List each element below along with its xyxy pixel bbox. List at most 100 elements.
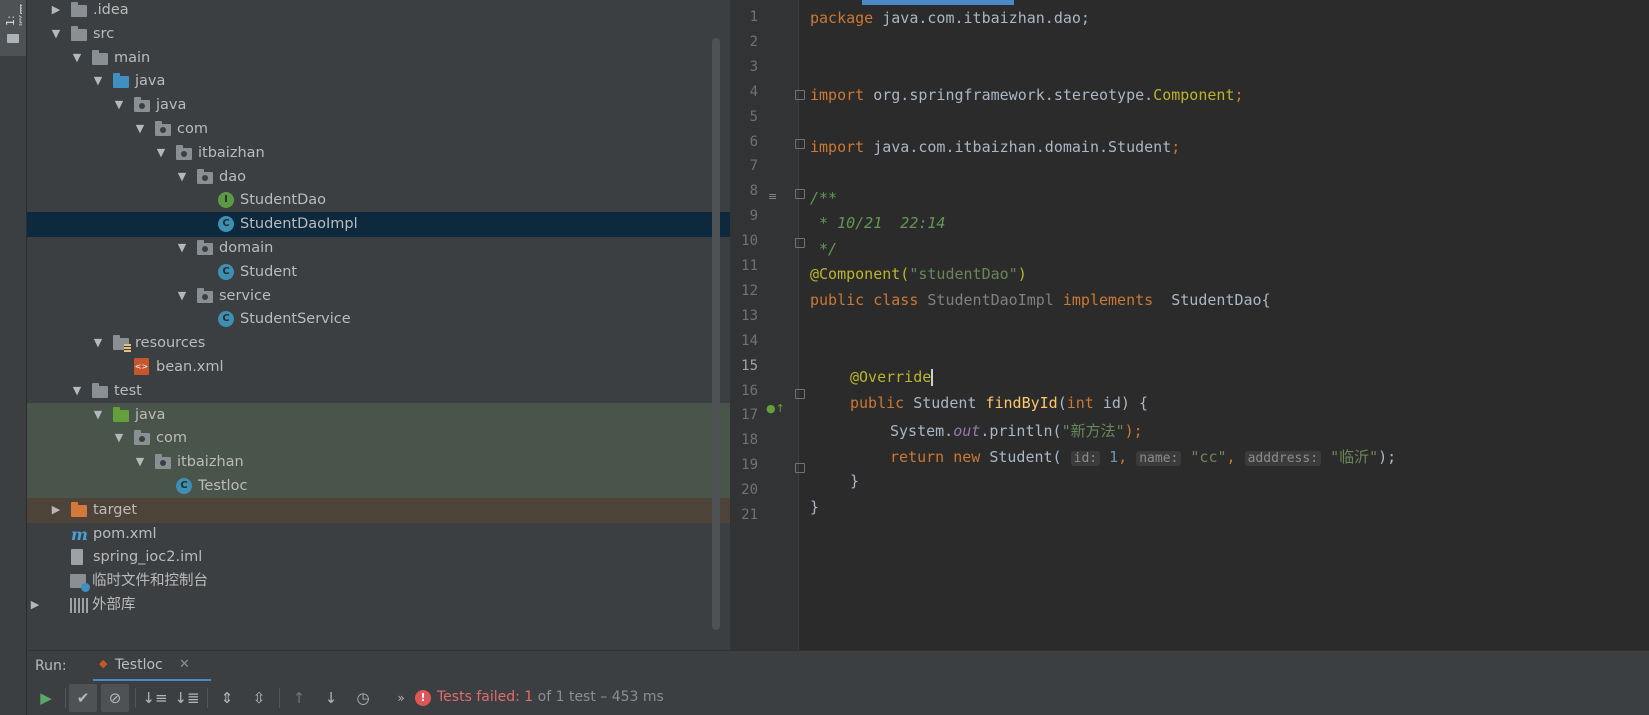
rerun-icon[interactable]: ▶ — [32, 684, 60, 712]
tree-node[interactable]: ▶ 外部库 — [27, 593, 730, 618]
run-tab-testloc[interactable]: ◆ Testloc ✕ — [93, 651, 211, 682]
fold-icon[interactable] — [795, 189, 805, 199]
static-field: out — [953, 422, 981, 440]
implementing-method-icon[interactable]: ●↑ — [766, 402, 785, 415]
keyword: import — [810, 86, 865, 104]
code-text: Student — [913, 394, 986, 412]
doc-comment-icon[interactable]: ≡ — [768, 190, 777, 203]
collapse-all-icon[interactable]: ⇳ — [245, 684, 273, 712]
close-icon[interactable]: ✕ — [179, 657, 190, 672]
string-literal: "cc" — [1181, 448, 1227, 466]
parameter-hint: name: — [1136, 451, 1182, 466]
code-text: org.springframework.stereotype. — [864, 86, 1154, 104]
show-passed-icon[interactable]: ✔ — [69, 684, 97, 712]
tree-node[interactable]: ▼ domain — [27, 236, 730, 261]
keyword: implements — [1062, 291, 1154, 309]
folder-icon — [7, 34, 19, 43]
tree-node[interactable]: <> bean.xml — [27, 355, 730, 380]
chevron-down-icon[interactable]: ▼ — [49, 26, 63, 42]
maven-icon: m — [71, 525, 88, 544]
tree-node-label: StudentService — [240, 311, 351, 327]
tree-node[interactable]: ▼ main — [27, 46, 730, 71]
tree-node[interactable]: ▼ java — [27, 93, 730, 118]
previous-failed-icon[interactable]: ↑ — [285, 684, 313, 712]
next-failed-icon[interactable]: ↓ — [317, 684, 345, 712]
fold-icon[interactable] — [795, 139, 805, 149]
project-tool-tab[interactable]: 1: 项目 — [0, 0, 26, 56]
fold-icon[interactable] — [795, 90, 805, 100]
tree-node[interactable]: ▶ target — [27, 498, 730, 523]
code-line-15: @Override — [850, 368, 934, 386]
line-number: 4 — [749, 83, 758, 100]
project-scrollbar[interactable] — [712, 38, 720, 630]
chevron-down-icon[interactable]: ▼ — [70, 50, 84, 66]
line-number: 14 — [741, 332, 758, 349]
test-history-icon[interactable]: ◷ — [349, 684, 377, 712]
chevron-down-icon[interactable]: ▼ — [154, 145, 168, 161]
chevron-down-icon[interactable]: ▼ — [70, 383, 84, 399]
code-text: , — [1118, 448, 1137, 466]
tree-node[interactable]: ▼ resources — [27, 331, 730, 356]
chevron-down-icon[interactable]: ▼ — [91, 73, 105, 89]
line-number: 2 — [749, 33, 758, 50]
tree-node[interactable]: C StudentService — [27, 307, 730, 332]
code-line-11: @Component("studentDao") — [810, 265, 1027, 283]
tree-node[interactable]: ▼ com — [27, 117, 730, 142]
code-line-12: public class StudentDaoImpl implements S… — [810, 291, 1271, 309]
parameter-hint: adddress: — [1244, 451, 1322, 466]
tree-node[interactable]: C Student — [27, 260, 730, 285]
sort-by-duration-icon[interactable]: ↓≣ — [173, 684, 201, 712]
chevron-down-icon[interactable]: ▼ — [175, 240, 189, 256]
chevron-right-icon[interactable]: ▶ — [49, 2, 63, 18]
fold-icon[interactable] — [795, 463, 805, 473]
chevron-down-icon[interactable]: ▼ — [91, 335, 105, 351]
tree-node[interactable]: ▼ test — [27, 379, 730, 404]
class-icon: C — [218, 264, 234, 280]
tree-node[interactable]: ▼ src — [27, 22, 730, 47]
keyword: int — [1066, 394, 1094, 412]
tree-node-label: itbaizhan — [198, 145, 265, 161]
tree-node[interactable]: 临时文件和控制台 — [27, 569, 730, 594]
chevron-down-icon[interactable]: ▼ — [112, 430, 126, 446]
interface-icon: I — [218, 192, 234, 208]
tree-node[interactable]: ▼ dao — [27, 165, 730, 190]
tree-node[interactable]: I StudentDao — [27, 188, 730, 213]
tree-node[interactable]: ▼ itbaizhan — [27, 141, 730, 166]
chevron-down-icon[interactable]: ▼ — [91, 407, 105, 423]
chevron-right-icon[interactable]: ▶ — [49, 502, 63, 518]
folder-icon — [71, 26, 87, 41]
expand-all-icon[interactable]: ⇕ — [213, 684, 241, 712]
tree-node[interactable]: C Testloc — [27, 474, 730, 499]
chevron-down-icon[interactable]: ▼ — [133, 121, 147, 137]
code-text: , — [1226, 448, 1245, 466]
chevron-down-icon[interactable]: ▼ — [175, 288, 189, 304]
package-icon — [176, 145, 192, 160]
line-number: 18 — [741, 432, 758, 449]
fold-icon[interactable] — [795, 238, 805, 248]
chevron-down-icon[interactable]: ▼ — [175, 169, 189, 185]
code-text: ); — [1124, 422, 1143, 440]
tree-node[interactable]: ▼ itbaizhan — [27, 450, 730, 475]
run-label: Run: — [35, 658, 67, 674]
tree-node[interactable]: ▼ java — [27, 69, 730, 94]
tree-node[interactable]: spring_ioc2.iml — [27, 545, 730, 570]
tree-node[interactable]: ▼ java — [27, 403, 730, 428]
tree-node-label: main — [114, 50, 151, 66]
line-number: 15 — [741, 357, 758, 374]
show-ignored-icon[interactable]: ⊘ — [101, 684, 129, 712]
tree-node[interactable]: ▼ com — [27, 426, 730, 451]
chevron-right-icon[interactable]: ▶ — [28, 597, 42, 613]
chevron-down-icon[interactable]: ▼ — [133, 454, 147, 470]
tree-node[interactable]: C StudentDaoImpl — [27, 212, 730, 237]
tree-node-label: resources — [135, 335, 206, 351]
keyword: public — [850, 394, 914, 412]
tree-node[interactable]: ▼ service — [27, 284, 730, 309]
tree-node[interactable]: m pom.xml — [27, 522, 730, 547]
tree-node[interactable]: ▶ .idea — [27, 0, 730, 23]
fold-icon[interactable] — [795, 389, 805, 399]
chevron-down-icon[interactable]: ▼ — [112, 97, 126, 113]
line-number: 9 — [749, 208, 758, 225]
sort-alphabetically-icon[interactable]: ↓≡ — [141, 684, 169, 712]
keyword: public class — [810, 291, 928, 309]
more-actions-icon[interactable]: » — [387, 684, 415, 712]
